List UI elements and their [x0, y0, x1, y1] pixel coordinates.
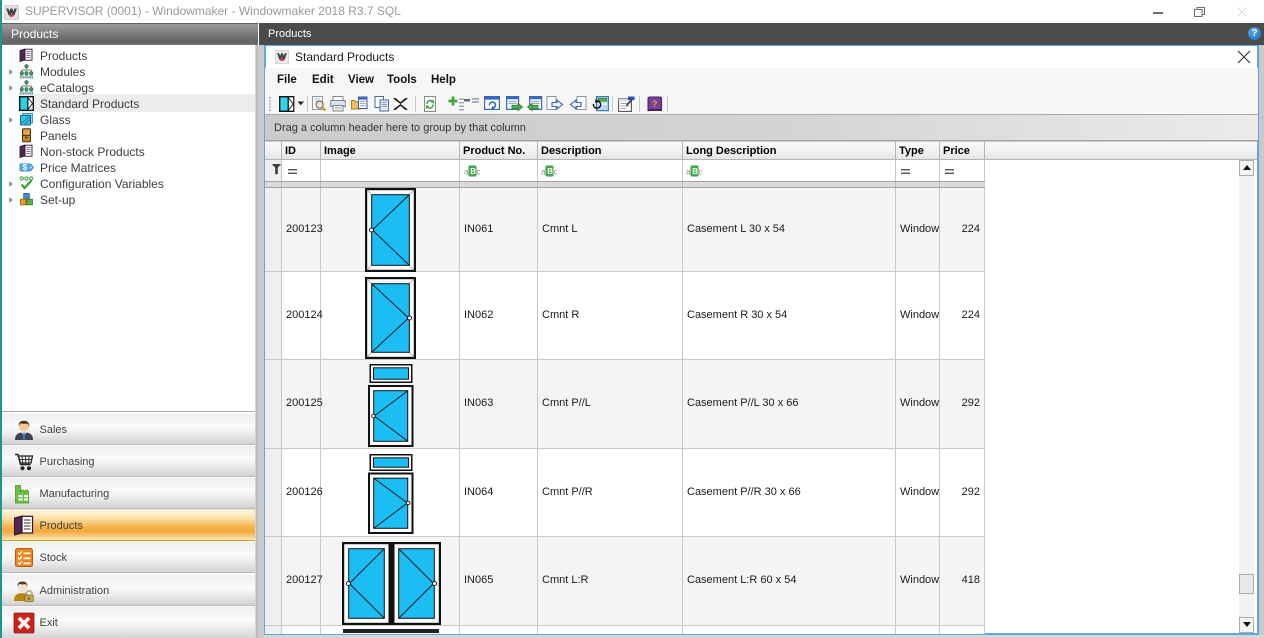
svg-text:B: B [470, 167, 476, 176]
svg-text:c: c [477, 168, 480, 177]
svg-text:a: a [541, 168, 546, 177]
svg-text:c: c [699, 168, 702, 177]
svg-text:c: c [554, 168, 557, 177]
svg-text:B: B [692, 167, 698, 176]
svg-text:$: $ [23, 162, 28, 172]
svg-text:a: a [464, 168, 469, 177]
svg-text:a: a [686, 168, 691, 177]
svg-text:?: ? [652, 99, 658, 109]
svg-text:B: B [547, 167, 553, 176]
